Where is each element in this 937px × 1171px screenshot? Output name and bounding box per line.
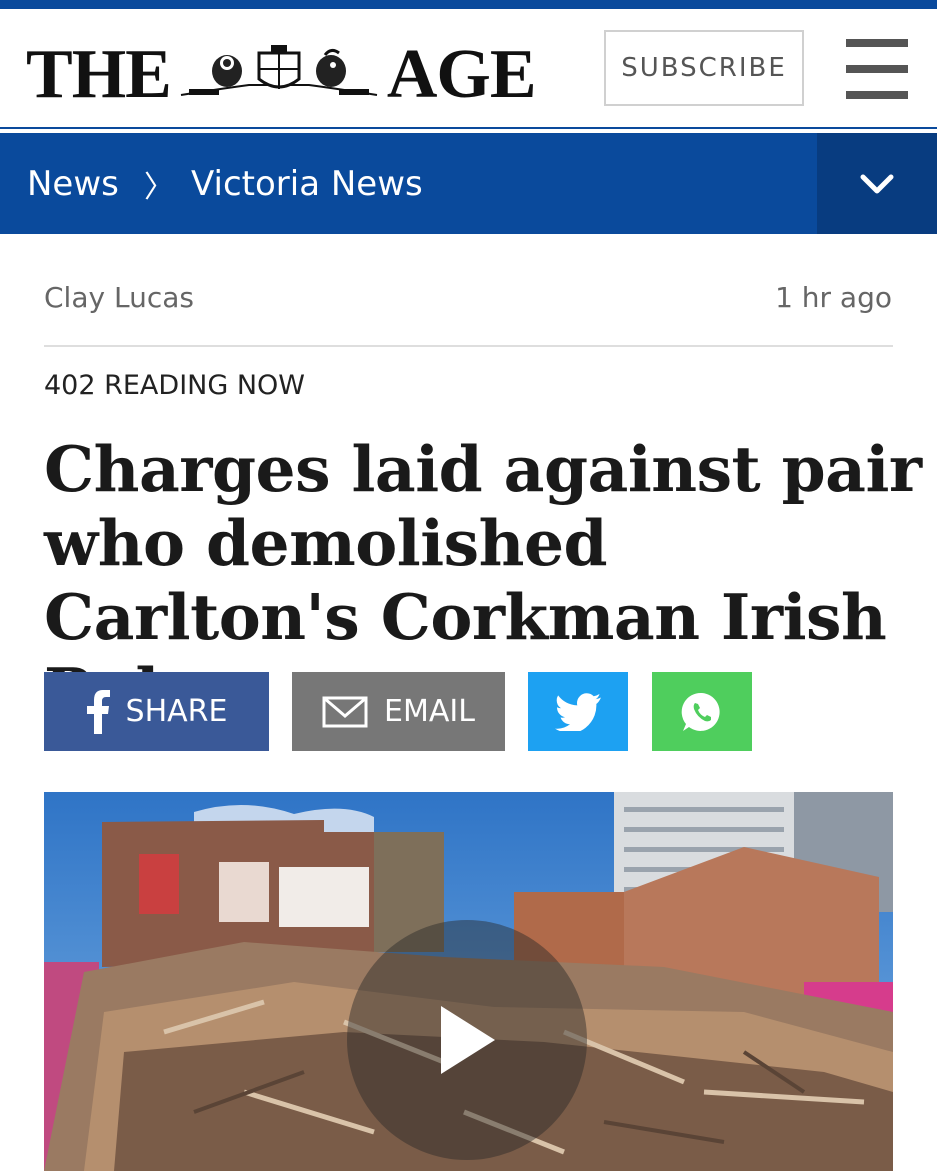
section-navbar: News 〉 Victoria News — [0, 133, 937, 234]
twitter-icon — [555, 692, 601, 731]
logo-word-left: THE — [26, 36, 172, 113]
video-play-button[interactable] — [347, 920, 587, 1160]
masthead-divider — [0, 127, 937, 129]
publish-time: 1 hr ago — [775, 281, 892, 314]
twitter-share-button[interactable] — [528, 672, 628, 751]
crest-icon — [180, 45, 377, 96]
logo-word-right: AGE — [386, 36, 537, 113]
email-share-button[interactable]: EMAIL — [292, 672, 505, 751]
whatsapp-share-button[interactable] — [652, 672, 752, 751]
masthead: THE AGE SUBSCRIBE — [0, 9, 937, 129]
subscribe-button[interactable]: SUBSCRIBE — [604, 30, 804, 106]
breadcrumb-victoria-news[interactable]: Victoria News — [191, 133, 423, 234]
facebook-icon — [86, 689, 110, 734]
breadcrumb-news[interactable]: News — [27, 133, 119, 234]
envelope-icon — [322, 696, 368, 727]
nav-expand-button[interactable] — [817, 133, 937, 234]
email-share-label: EMAIL — [384, 694, 475, 729]
breadcrumb-separator: 〉 — [144, 169, 174, 205]
hamburger-menu-icon[interactable] — [846, 39, 910, 101]
whatsapp-icon — [681, 692, 720, 731]
byline-divider — [44, 345, 893, 347]
facebook-share-button[interactable]: SHARE — [44, 672, 269, 751]
site-logo[interactable]: THE AGE — [26, 36, 537, 113]
top-accent-bar — [0, 0, 937, 9]
reading-now-count: 402 READING NOW — [44, 370, 306, 401]
facebook-share-label: SHARE — [125, 694, 228, 729]
play-icon — [441, 1006, 495, 1074]
author-name[interactable]: Clay Lucas — [44, 281, 194, 314]
chevron-down-icon — [860, 174, 894, 193]
